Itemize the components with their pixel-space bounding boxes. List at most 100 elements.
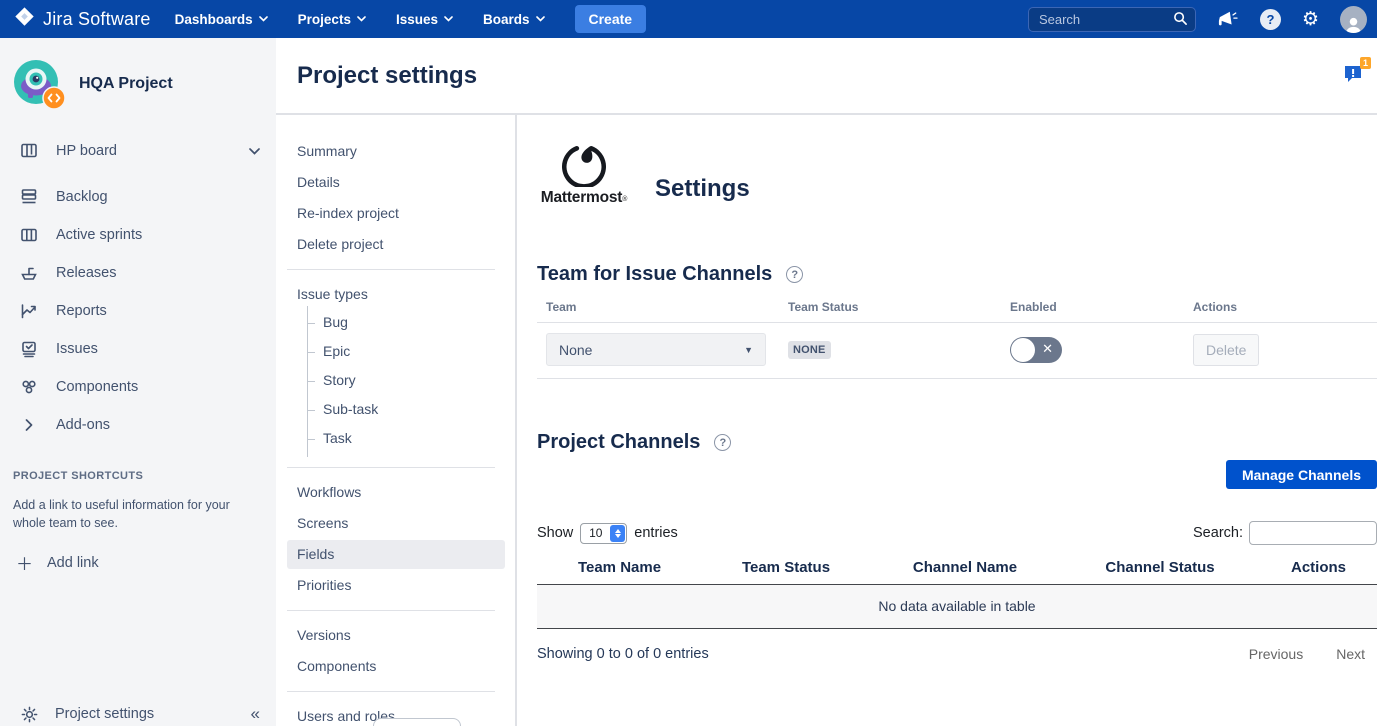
col-channel-status[interactable]: Channel Status: [1060, 559, 1260, 576]
select-caret-icon: ▼: [744, 345, 753, 355]
backlog-icon: [18, 187, 40, 207]
chevron-down-icon: [259, 16, 268, 22]
sidebar-item-active-sprints[interactable]: Active sprints: [0, 216, 276, 254]
menu-issue-type-subtask[interactable]: Sub-task: [308, 395, 515, 424]
megaphone-icon[interactable]: [1217, 9, 1239, 29]
team-table-header: Team Team Status Enabled Actions: [537, 300, 1377, 323]
chevron-down-icon[interactable]: [249, 143, 260, 159]
sidebar-project-settings[interactable]: Project settings «: [0, 698, 276, 726]
search-label: Search:: [1193, 525, 1243, 541]
team-section-heading-row: Team for Issue Channels ?: [537, 263, 1377, 286]
page-size-select[interactable]: 10: [580, 523, 627, 544]
project-avatar[interactable]: [12, 58, 64, 110]
menu-issue-type-task[interactable]: Task: [308, 424, 515, 453]
user-avatar[interactable]: [1340, 6, 1367, 33]
menu-summary[interactable]: Summary: [287, 137, 505, 166]
previous-page-button[interactable]: Previous: [1249, 646, 1303, 662]
menu-priorities[interactable]: Priorities: [287, 571, 505, 600]
col-channel-name[interactable]: Channel Name: [870, 559, 1060, 576]
show-label: Show: [537, 525, 573, 541]
menu-versions[interactable]: Versions: [287, 621, 505, 650]
create-button[interactable]: Create: [575, 5, 647, 33]
delete-button[interactable]: Delete: [1193, 334, 1259, 366]
table-search-input[interactable]: [1249, 521, 1377, 545]
sidebar-item-releases[interactable]: Releases: [0, 254, 276, 292]
col-team: Team: [537, 300, 788, 314]
nav-boards[interactable]: Boards: [483, 12, 545, 27]
add-link-button[interactable]: ＋ Add link: [13, 550, 258, 575]
shortcuts-heading: PROJECT SHORTCUTS: [13, 470, 258, 482]
chevron-down-icon: [444, 16, 453, 22]
jira-brand[interactable]: Jira Software: [14, 6, 151, 32]
channels-table: Team Name Team Status Channel Name Chann…: [537, 553, 1377, 629]
col-actions: Actions: [1193, 300, 1377, 314]
nav-issues[interactable]: Issues: [396, 12, 453, 27]
sidebar-item-components[interactable]: Components: [0, 368, 276, 406]
team-table-row: None ▼ NONE ✕ Delete: [537, 323, 1377, 379]
search-icon[interactable]: [1173, 11, 1188, 31]
mattermost-logo: Mattermost®: [537, 143, 631, 207]
table-info: Showing 0 to 0 of 0 entries: [537, 646, 709, 662]
help-question-icon[interactable]: ?: [786, 266, 803, 283]
plugin-header: Mattermost® Settings: [537, 143, 1377, 207]
mattermost-wordmark: Mattermost®: [541, 189, 628, 207]
menu-reindex-project[interactable]: Re-index project: [287, 199, 505, 228]
team-section-title: Team for Issue Channels: [537, 263, 772, 286]
chart-icon: [18, 301, 40, 321]
issue-types-tree: Bug Epic Story Sub-task Task: [307, 306, 515, 457]
project-name: HQA Project: [79, 75, 173, 93]
col-team-status[interactable]: Team Status: [702, 559, 870, 576]
chevron-right-icon: [18, 419, 40, 431]
nav-dashboards[interactable]: Dashboards: [175, 12, 268, 27]
channels-section-heading-row: Project Channels ?: [537, 431, 1377, 454]
menu-issue-type-bug[interactable]: Bug: [308, 308, 515, 337]
menu-issue-type-epic[interactable]: Epic: [308, 337, 515, 366]
col-actions[interactable]: Actions: [1260, 559, 1377, 576]
sidebar-item-reports[interactable]: Reports: [0, 292, 276, 330]
col-team-status: Team Status: [788, 300, 1010, 314]
notification-badge: 1: [1360, 57, 1371, 69]
team-select[interactable]: None ▼: [546, 333, 766, 366]
menu-screens[interactable]: Screens: [287, 509, 505, 538]
status-popup-stub: [373, 718, 461, 726]
mattermost-settings-panel: Mattermost® Settings Team for Issue Chan…: [517, 115, 1377, 726]
nav-menu: Dashboards Projects Issues Boards: [175, 12, 545, 27]
notification-icon[interactable]: 1: [1342, 62, 1368, 86]
menu-details[interactable]: Details: [287, 168, 505, 197]
content-header: Project settings 1: [276, 38, 1377, 115]
nav-projects[interactable]: Projects: [298, 12, 366, 27]
plus-icon: ＋: [16, 550, 33, 575]
menu-workflows[interactable]: Workflows: [287, 478, 505, 507]
sidebar-item-issues[interactable]: Issues: [0, 330, 276, 368]
ship-icon: [18, 263, 40, 283]
menu-components[interactable]: Components: [287, 652, 505, 681]
search-input[interactable]: [1028, 7, 1196, 32]
collapse-sidebar-icon[interactable]: «: [251, 704, 260, 724]
sidebar-item-backlog[interactable]: Backlog: [0, 178, 276, 216]
entries-label: entries: [634, 525, 678, 541]
menu-fields[interactable]: Fields: [287, 540, 505, 569]
gear-icon: [18, 705, 40, 724]
project-shortcuts: PROJECT SHORTCUTS Add a link to useful i…: [0, 444, 276, 575]
brand-name: Jira Software: [43, 9, 151, 30]
gear-icon[interactable]: ⚙: [1302, 10, 1319, 29]
col-team-name[interactable]: Team Name: [537, 559, 702, 576]
help-icon[interactable]: ?: [1260, 9, 1281, 30]
next-page-button[interactable]: Next: [1336, 646, 1365, 662]
menu-issue-type-story[interactable]: Story: [308, 366, 515, 395]
manage-channels-button[interactable]: Manage Channels: [1226, 460, 1377, 489]
sidebar-item-board[interactable]: HP board: [0, 132, 276, 170]
top-navigation-bar: Jira Software Dashboards Projects Issues…: [0, 0, 1377, 38]
menu-issue-types[interactable]: Issue types: [287, 280, 505, 306]
toggle-off-icon: ✕: [1042, 341, 1053, 357]
toggle-knob: [1011, 338, 1035, 362]
empty-table-message: No data available in table: [537, 585, 1377, 629]
help-question-icon[interactable]: ?: [714, 434, 731, 451]
global-search: [1028, 7, 1196, 32]
sidebar-item-add-ons[interactable]: Add-ons: [0, 406, 276, 444]
menu-delete-project[interactable]: Delete project: [287, 230, 505, 259]
sprints-icon: [18, 225, 40, 245]
select-stepper-icon: [610, 525, 625, 542]
enabled-toggle[interactable]: ✕: [1010, 337, 1062, 363]
col-enabled: Enabled: [1010, 300, 1193, 314]
